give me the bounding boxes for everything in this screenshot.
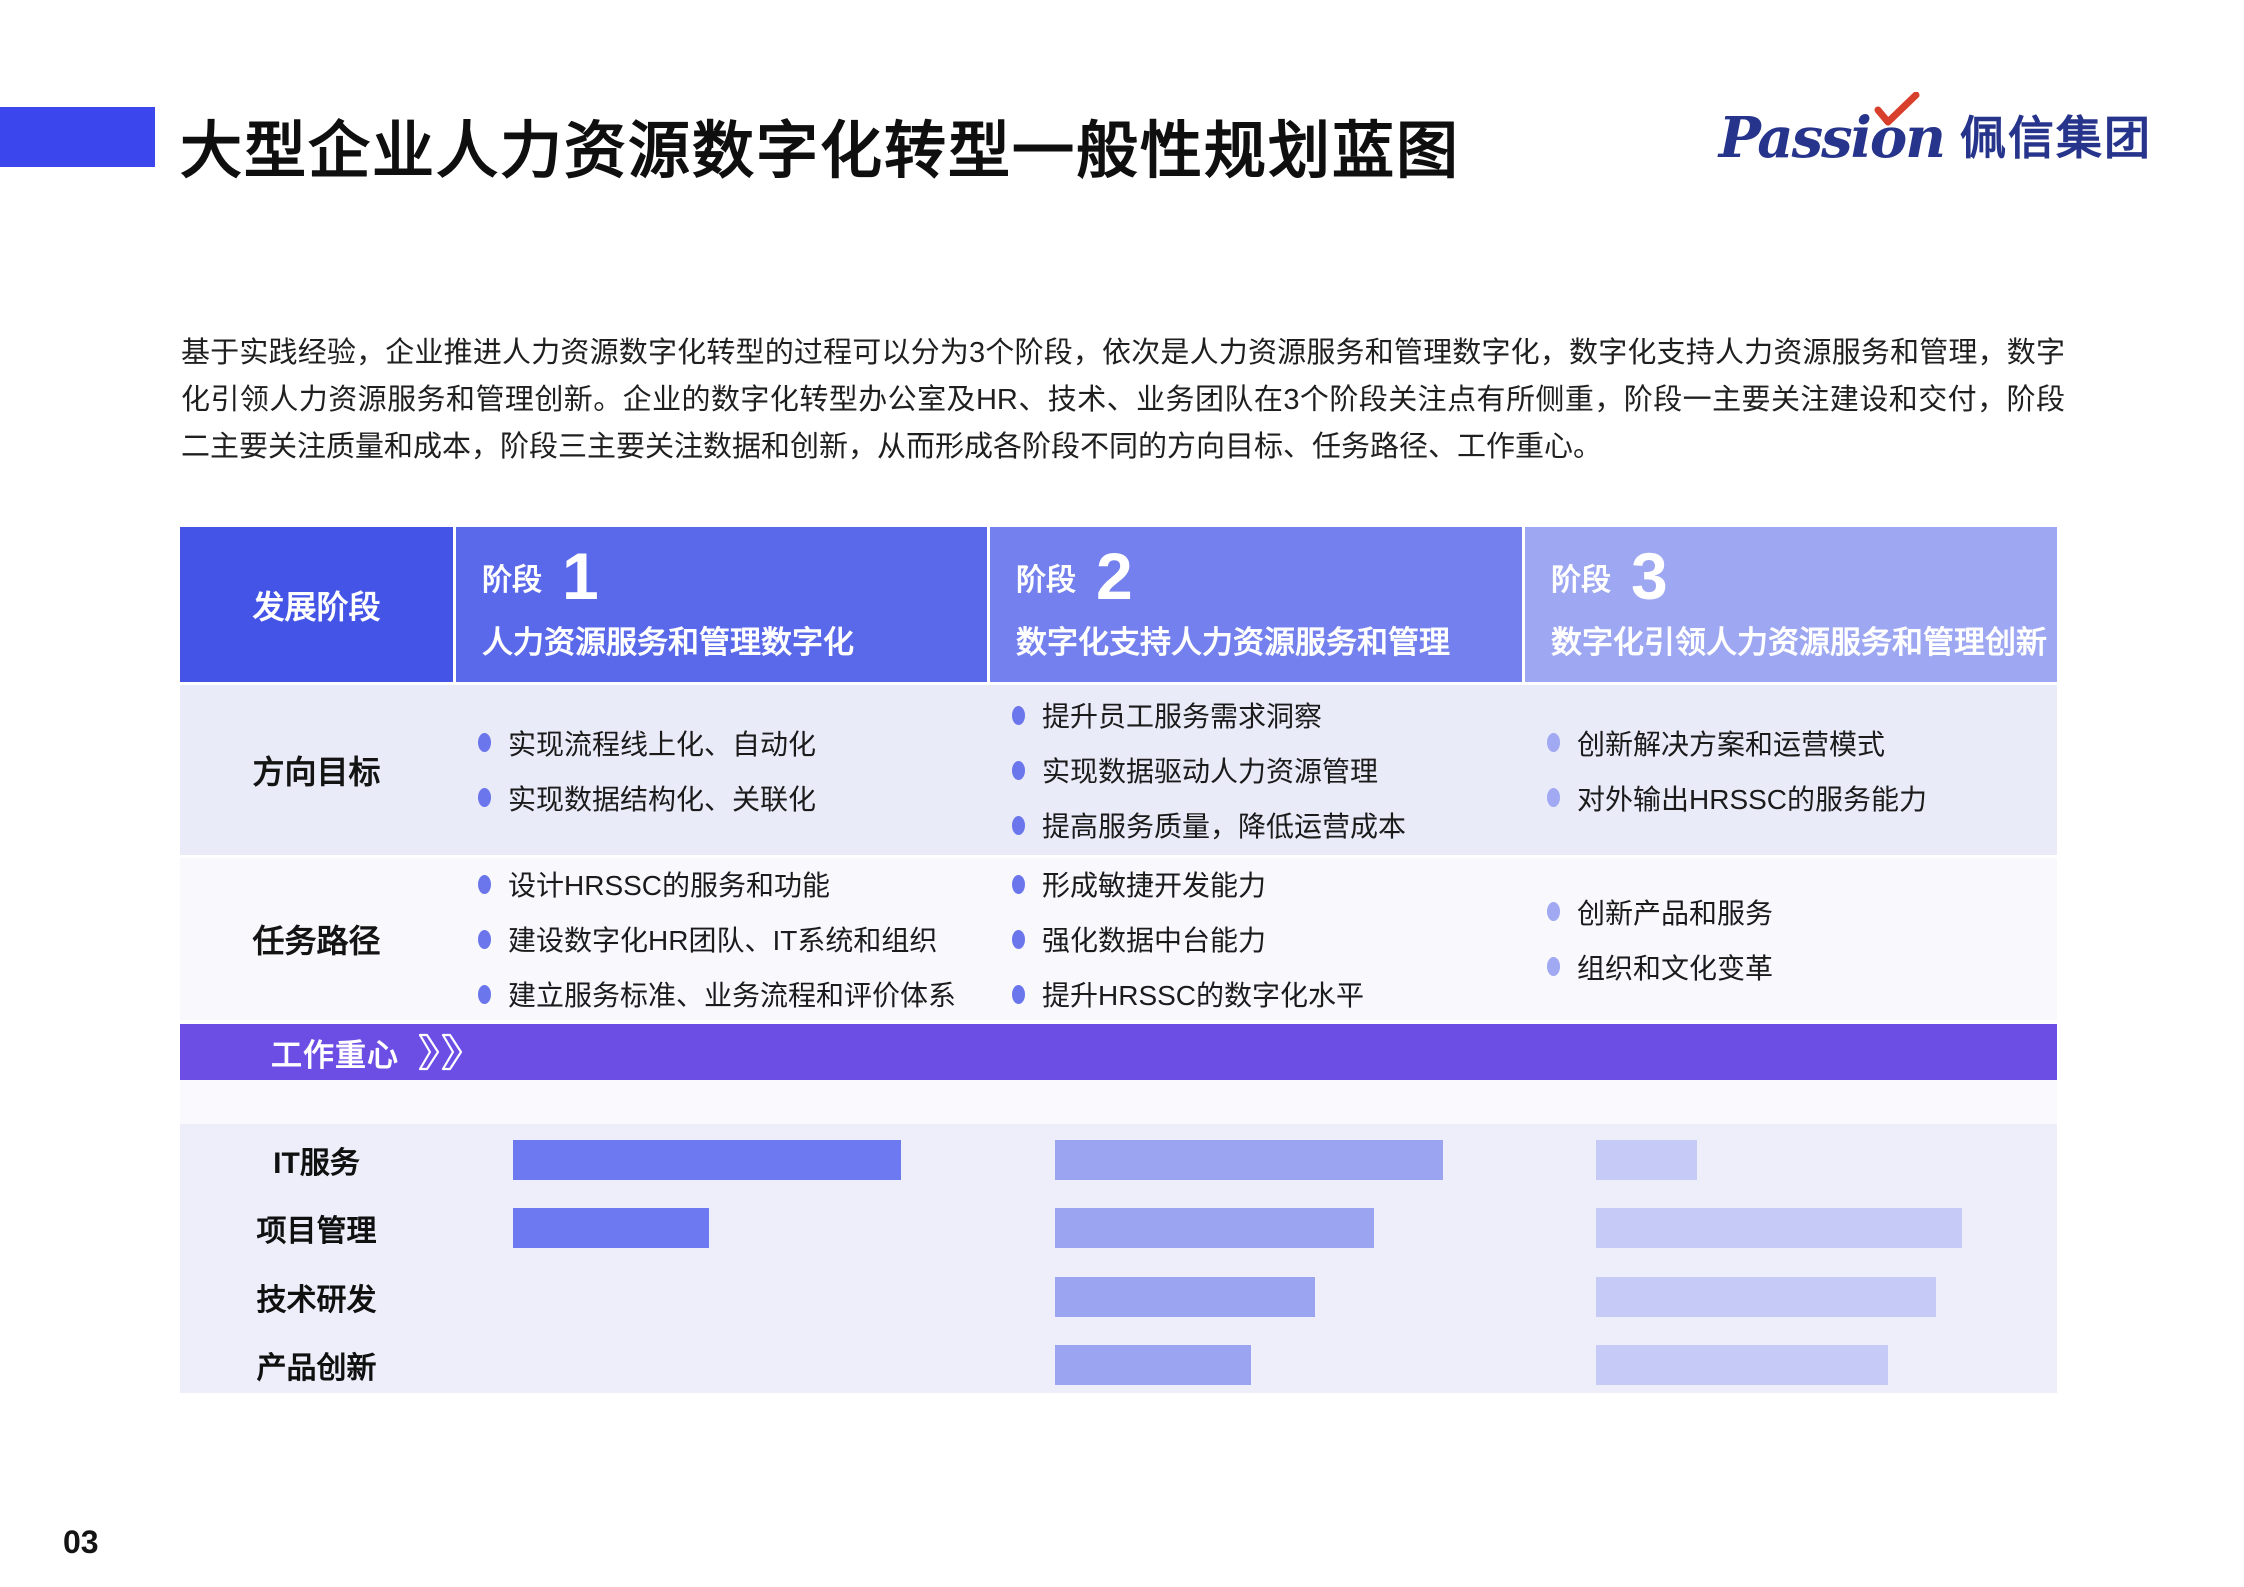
- bullet-icon: [1547, 788, 1560, 807]
- task-item: 建立服务标准、业务流程和评价体系: [478, 974, 977, 1014]
- phases-table: 发展阶段 阶段1人力资源服务和管理数字化阶段2数字化支持人力资源服务和管理阶段3…: [180, 527, 2057, 1393]
- logo-check-icon: [1871, 92, 1921, 128]
- tasks-phase-1: 设计HRSSC的服务和功能建设数字化HR团队、IT系统和组织建立服务标准、业务流…: [456, 858, 987, 1020]
- focus-bar-phase-2: [1055, 1140, 1443, 1180]
- task-item: 设计HRSSC的服务和功能: [478, 864, 977, 904]
- bullet-icon: [1012, 875, 1025, 894]
- item-text: 实现流程线上化、自动化: [508, 723, 816, 763]
- phase-number: 2: [1096, 547, 1133, 606]
- company-logo: Passion 佩信集团: [1719, 110, 2152, 166]
- bullet-icon: [478, 985, 491, 1004]
- task-item: 创新产品和服务: [1547, 892, 2047, 932]
- row-header-tasks: 任务路径: [180, 858, 453, 1020]
- goal-item: 提高服务质量，降低运营成本: [1012, 805, 1512, 845]
- chart-category-label: 技术研发: [180, 1277, 453, 1317]
- phase-subtitle: 人力资源服务和管理数字化: [482, 617, 987, 662]
- slide: 大型企业人力资源数字化转型一般性规划蓝图 Passion 佩信集团 基于实践经验…: [0, 0, 2244, 1587]
- row-header-focus: 工作重心: [271, 1030, 399, 1075]
- item-text: 提升HRSSC的数字化水平: [1042, 974, 1364, 1014]
- phase-subtitle: 数字化支持人力资源服务和管理: [1016, 617, 1522, 662]
- phase-tag: 阶段: [1551, 555, 1611, 607]
- goal-item: 实现数据结构化、关联化: [478, 778, 977, 818]
- focus-bar-phase-3: [1596, 1277, 1936, 1317]
- intro-paragraph: 基于实践经验，企业推进人力资源数字化转型的过程可以分为3个阶段，依次是人力资源服…: [181, 330, 2065, 471]
- item-text: 建立服务标准、业务流程和评价体系: [508, 974, 956, 1014]
- item-text: 提高服务质量，降低运营成本: [1042, 805, 1406, 845]
- bullet-icon: [478, 875, 491, 894]
- task-item: 形成敏捷开发能力: [1012, 864, 1512, 904]
- item-text: 设计HRSSC的服务和功能: [508, 864, 830, 904]
- tasks-row: 任务路径 设计HRSSC的服务和功能建设数字化HR团队、IT系统和组织建立服务标…: [180, 858, 2057, 1020]
- bullet-icon: [1547, 733, 1560, 752]
- goals-phase-2: 提升员工服务需求洞察实现数据驱动人力资源管理提高服务质量，降低运营成本: [990, 685, 1522, 855]
- item-text: 实现数据结构化、关联化: [508, 778, 816, 818]
- focus-bar-phase-3: [1596, 1140, 1697, 1180]
- goals-phase-3: 创新解决方案和运营模式对外输出HRSSC的服务能力: [1525, 685, 2057, 855]
- item-text: 创新解决方案和运营模式: [1577, 723, 1885, 763]
- logo-company-name: 佩信集团: [1960, 115, 2152, 161]
- goals-row: 方向目标 实现流程线上化、自动化实现数据结构化、关联化 提升员工服务需求洞察实现…: [180, 685, 2057, 855]
- item-text: 建设数字化HR团队、IT系统和组织: [508, 919, 937, 959]
- phase-tag: 阶段: [1016, 555, 1076, 607]
- task-item: 强化数据中台能力: [1012, 919, 1512, 959]
- focus-bar-phase-2: [1055, 1208, 1374, 1248]
- bullet-icon: [1012, 706, 1025, 725]
- task-item: 提升HRSSC的数字化水平: [1012, 974, 1512, 1014]
- page-title: 大型企业人力资源数字化转型一般性规划蓝图: [180, 100, 1460, 190]
- bullet-icon: [1547, 902, 1560, 921]
- goal-item: 实现流程线上化、自动化: [478, 723, 977, 763]
- phase-number: 3: [1631, 547, 1668, 606]
- focus-bar-phase-3: [1596, 1208, 1962, 1248]
- row-header-goals: 方向目标: [180, 685, 453, 855]
- bullet-icon: [478, 930, 491, 949]
- task-item: 建设数字化HR团队、IT系统和组织: [478, 919, 977, 959]
- item-text: 实现数据驱动人力资源管理: [1042, 750, 1378, 790]
- bullet-icon: [1012, 816, 1025, 835]
- double-chevron-icon: [417, 1033, 471, 1071]
- work-focus-chart: IT服务项目管理技术研发产品创新: [180, 1124, 2057, 1393]
- item-text: 创新产品和服务: [1577, 892, 1773, 932]
- bullet-icon: [1012, 761, 1025, 780]
- work-focus-banner: 工作重心: [180, 1024, 2057, 1080]
- row-header-stage: 发展阶段: [180, 527, 453, 682]
- phase-2-header: 阶段 2 数字化支持人力资源服务和管理: [990, 527, 1522, 682]
- focus-bar-phase-1: [513, 1140, 901, 1180]
- phase-number: 1: [562, 547, 599, 606]
- logo-passion-text: Passion: [1719, 110, 1944, 166]
- item-text: 形成敏捷开发能力: [1042, 864, 1266, 904]
- goal-item: 提升员工服务需求洞察: [1012, 695, 1512, 735]
- goal-item: 创新解决方案和运营模式: [1547, 723, 2047, 763]
- bullet-icon: [1012, 985, 1025, 1004]
- tasks-phase-2: 形成敏捷开发能力强化数据中台能力提升HRSSC的数字化水平: [990, 858, 1522, 1020]
- item-text: 组织和文化变革: [1577, 947, 1773, 987]
- item-text: 提升员工服务需求洞察: [1042, 695, 1322, 735]
- chart-category-label: IT服务: [180, 1140, 453, 1180]
- focus-bar-phase-2: [1055, 1345, 1251, 1385]
- focus-bar-phase-2: [1055, 1277, 1315, 1317]
- bullet-icon: [478, 788, 491, 807]
- focus-bar-phase-3: [1596, 1345, 1888, 1385]
- tasks-phase-3: 创新产品和服务组织和文化变革: [1525, 858, 2057, 1020]
- phase-3-header: 阶段 3 数字化引领人力资源服务和管理创新: [1525, 527, 2057, 682]
- bullet-icon: [1012, 930, 1025, 949]
- focus-bar-phase-1: [513, 1208, 709, 1248]
- banner-chart-gap: [180, 1080, 2057, 1124]
- item-text: 强化数据中台能力: [1042, 919, 1266, 959]
- page-number: 03: [63, 1524, 99, 1561]
- phase-tag: 阶段: [482, 555, 542, 607]
- phase-1-header: 阶段 1 人力资源服务和管理数字化: [456, 527, 987, 682]
- goal-item: 实现数据驱动人力资源管理: [1012, 750, 1512, 790]
- phase-subtitle: 数字化引领人力资源服务和管理创新: [1551, 617, 2057, 662]
- task-item: 组织和文化变革: [1547, 947, 2047, 987]
- chart-category-label: 项目管理: [180, 1208, 453, 1248]
- title-accent-bar: [0, 107, 155, 167]
- bullet-icon: [1547, 957, 1560, 976]
- bullet-icon: [478, 733, 491, 752]
- goal-item: 对外输出HRSSC的服务能力: [1547, 778, 2047, 818]
- item-text: 对外输出HRSSC的服务能力: [1577, 778, 1927, 818]
- goals-phase-1: 实现流程线上化、自动化实现数据结构化、关联化: [456, 685, 987, 855]
- chart-category-label: 产品创新: [180, 1345, 453, 1385]
